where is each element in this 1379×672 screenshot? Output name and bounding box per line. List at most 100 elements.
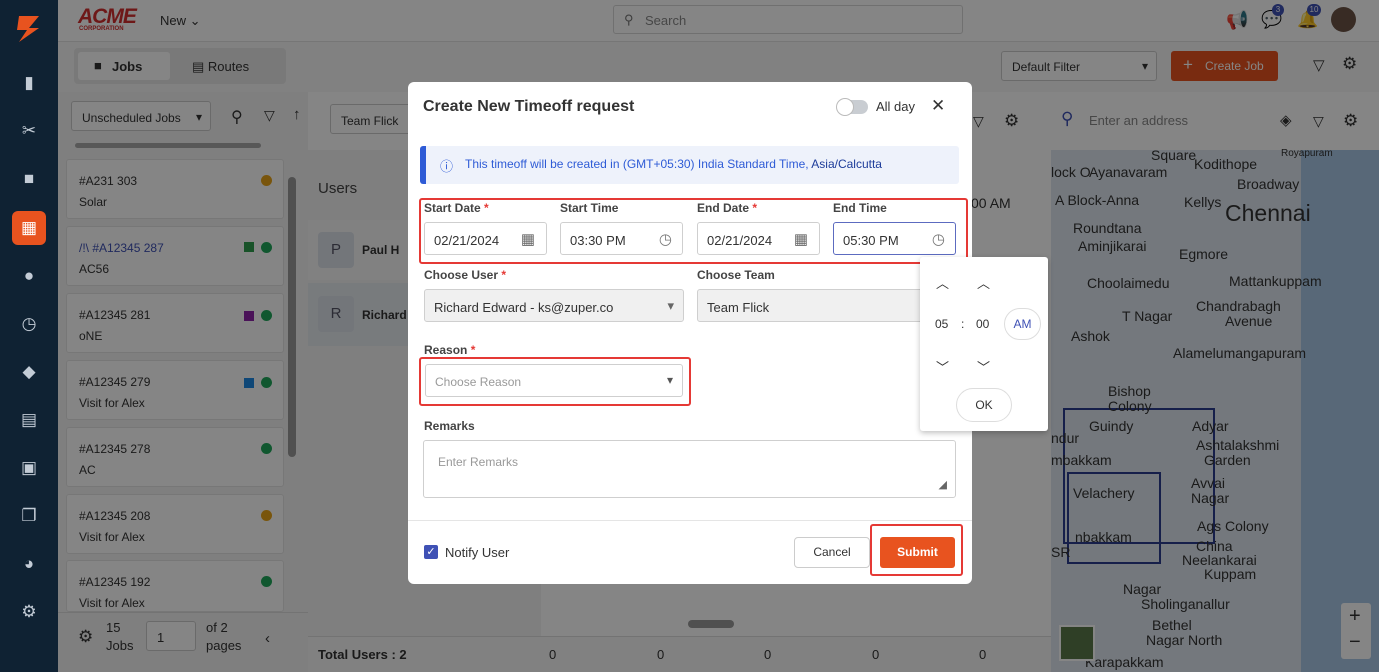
calendar-icon[interactable]: ▦ <box>18 217 40 239</box>
chevron-left-icon[interactable]: ‹ <box>265 630 270 647</box>
map-header: ⚲ Enter an address ◈ ▽ ⚙ <box>1051 92 1379 150</box>
user-name: Paul H <box>362 243 400 257</box>
tag-icon[interactable]: ◆ <box>18 361 40 383</box>
map-label: Broadway <box>1237 176 1300 192</box>
reason-select[interactable]: Choose Reason ▾ <box>425 364 683 397</box>
cancel-button[interactable]: Cancel <box>794 537 870 568</box>
jobs-dropdown[interactable]: Unscheduled Jobs ▾ <box>71 101 211 131</box>
horizontal-scrollbar[interactable] <box>75 143 261 148</box>
gear-icon[interactable]: ⚙ <box>78 627 93 647</box>
minute-value[interactable]: 00 <box>976 317 989 331</box>
users-icon[interactable]: ● <box>18 265 40 287</box>
app-logo-icon[interactable] <box>13 12 45 44</box>
of-pages-text: of 2 <box>206 620 228 635</box>
start-time-field[interactable]: 03:30 PM ◷ <box>560 222 683 255</box>
map-label: Egmore <box>1179 246 1229 262</box>
clock-icon: ◷ <box>658 231 672 248</box>
close-icon[interactable]: ✕ <box>931 96 945 116</box>
documents-icon[interactable]: ❐ <box>18 505 40 527</box>
status-dot <box>261 377 272 388</box>
remarks-textarea[interactable]: Enter Remarks ◢ <box>423 440 956 498</box>
avatar[interactable] <box>1331 7 1356 32</box>
chevron-down-icon[interactable]: ﹀ <box>936 357 949 376</box>
calculator-icon[interactable]: ▣ <box>18 457 40 479</box>
user-label: Choose User * <box>424 268 507 282</box>
chevron-up-icon[interactable]: ︿ <box>936 273 949 292</box>
timeoff-modal: Create New Timeoff request All day ✕ ⓘ T… <box>408 82 972 584</box>
horizontal-scrollbar[interactable] <box>688 620 734 628</box>
briefcase-icon[interactable]: ■ <box>18 168 40 190</box>
gear-icon[interactable]: ⚙ <box>1343 111 1358 131</box>
job-card[interactable]: /!\ #A12345 287 AC56 <box>66 226 284 286</box>
map-label: SR <box>1051 544 1071 560</box>
search-input[interactable]: ⚲ Search <box>613 5 963 34</box>
briefcase-icon: ■ <box>94 58 102 73</box>
user-select[interactable]: Richard Edward - ks@zuper.co ▾ <box>424 289 684 322</box>
filter-icon[interactable]: ▽ <box>1313 56 1325 74</box>
filter-icon[interactable]: ▽ <box>1313 113 1324 130</box>
app-sidebar: ▮ ✂ ■ ▦ ● ◷ ◆ ▤ ▣ ❐ ◕ ⚙ <box>0 0 58 672</box>
map-view[interactable]: Square Kodithope Royapuram lock O Ayanav… <box>1051 147 1379 672</box>
job-card[interactable]: #A12345 279 Visit for Alex <box>66 360 284 420</box>
map-label: Royapuram <box>1281 148 1333 159</box>
filter-select[interactable]: Default Filter ▾ <box>1001 51 1157 81</box>
tools-icon[interactable]: ✂ <box>18 120 40 142</box>
avatar: R <box>318 296 354 332</box>
clock-icon: ◷ <box>931 231 945 248</box>
pie-chart-icon[interactable]: ◕ <box>18 553 40 575</box>
search-icon[interactable]: ⚲ <box>231 107 243 127</box>
chevron-down-icon[interactable]: ﹀ <box>977 357 990 376</box>
job-card[interactable]: #A231 303 Solar <box>66 159 284 219</box>
map-label: Ags Colony <box>1197 518 1269 534</box>
submit-button[interactable]: Submit <box>880 537 955 568</box>
sort-arrow-icon[interactable]: ↑ <box>293 106 301 123</box>
zoom-out-button[interactable]: − <box>1349 631 1361 654</box>
zoom-in-button[interactable]: + <box>1349 605 1361 628</box>
map-label: ndur <box>1051 430 1080 446</box>
end-date-field[interactable]: 02/21/2024 ▦ <box>697 222 820 255</box>
ok-button[interactable]: OK <box>956 388 1012 422</box>
calendar-icon: ▦ <box>520 231 535 248</box>
filter-icon[interactable]: ▽ <box>973 113 984 130</box>
filter-icon[interactable]: ▽ <box>264 107 275 124</box>
status-dot <box>261 310 272 321</box>
page-input[interactable]: 1 <box>146 621 196 651</box>
analytics-icon[interactable]: ▮ <box>18 72 40 94</box>
map-label: Avvai <box>1191 475 1225 491</box>
hour-value[interactable]: 05 <box>935 317 948 331</box>
tab-routes[interactable]: ▤ Routes <box>192 59 249 75</box>
address-input[interactable]: Enter an address <box>1089 113 1188 128</box>
tab-jobs[interactable]: ■ Jobs <box>78 52 170 80</box>
map-icon[interactable]: ▤ <box>18 409 40 431</box>
clock-icon[interactable]: ◷ <box>18 313 40 335</box>
new-menu[interactable]: New ⌄ <box>160 13 201 29</box>
job-card[interactable]: #A12345 281 oNE <box>66 293 284 353</box>
map-label: Nagar <box>1123 581 1162 597</box>
allday-toggle[interactable] <box>836 98 868 116</box>
end-time-field[interactable]: 05:30 PM ◷ <box>833 222 956 255</box>
job-card[interactable]: #A12345 278 AC <box>66 427 284 487</box>
allday-label: All day <box>876 99 916 114</box>
team-select[interactable]: Team Flick <box>330 104 420 134</box>
satellite-toggle[interactable] <box>1059 625 1095 661</box>
layers-icon[interactable]: ◈ <box>1280 111 1292 129</box>
map-label: Nagar North <box>1146 632 1223 648</box>
map-icon: ▤ <box>192 59 205 74</box>
job-card[interactable]: #A12345 192 Visit for Alex <box>66 560 284 612</box>
map-label: Mattankuppam <box>1229 273 1322 289</box>
time-separator: : <box>961 317 965 331</box>
chevron-up-icon[interactable]: ︿ <box>977 273 990 292</box>
start-date-field[interactable]: 02/21/2024 ▦ <box>424 222 547 255</box>
map-label: Ashok <box>1071 328 1110 344</box>
settings-icon[interactable]: ⚙ <box>18 601 40 623</box>
team-select[interactable]: Team Flick <box>697 289 927 322</box>
create-job-button[interactable]: + Create Job <box>1171 51 1278 81</box>
vertical-scrollbar[interactable] <box>288 177 296 457</box>
megaphone-icon[interactable]: 📢 <box>1226 10 1248 31</box>
notify-checkbox[interactable]: ✓ <box>424 545 438 559</box>
end-time-label: End Time <box>833 201 887 215</box>
gear-icon[interactable]: ⚙ <box>1004 111 1019 131</box>
gear-icon[interactable]: ⚙ <box>1342 54 1357 74</box>
job-card[interactable]: #A12345 208 Visit for Alex <box>66 494 284 554</box>
ampm-toggle[interactable]: AM <box>1004 308 1041 340</box>
